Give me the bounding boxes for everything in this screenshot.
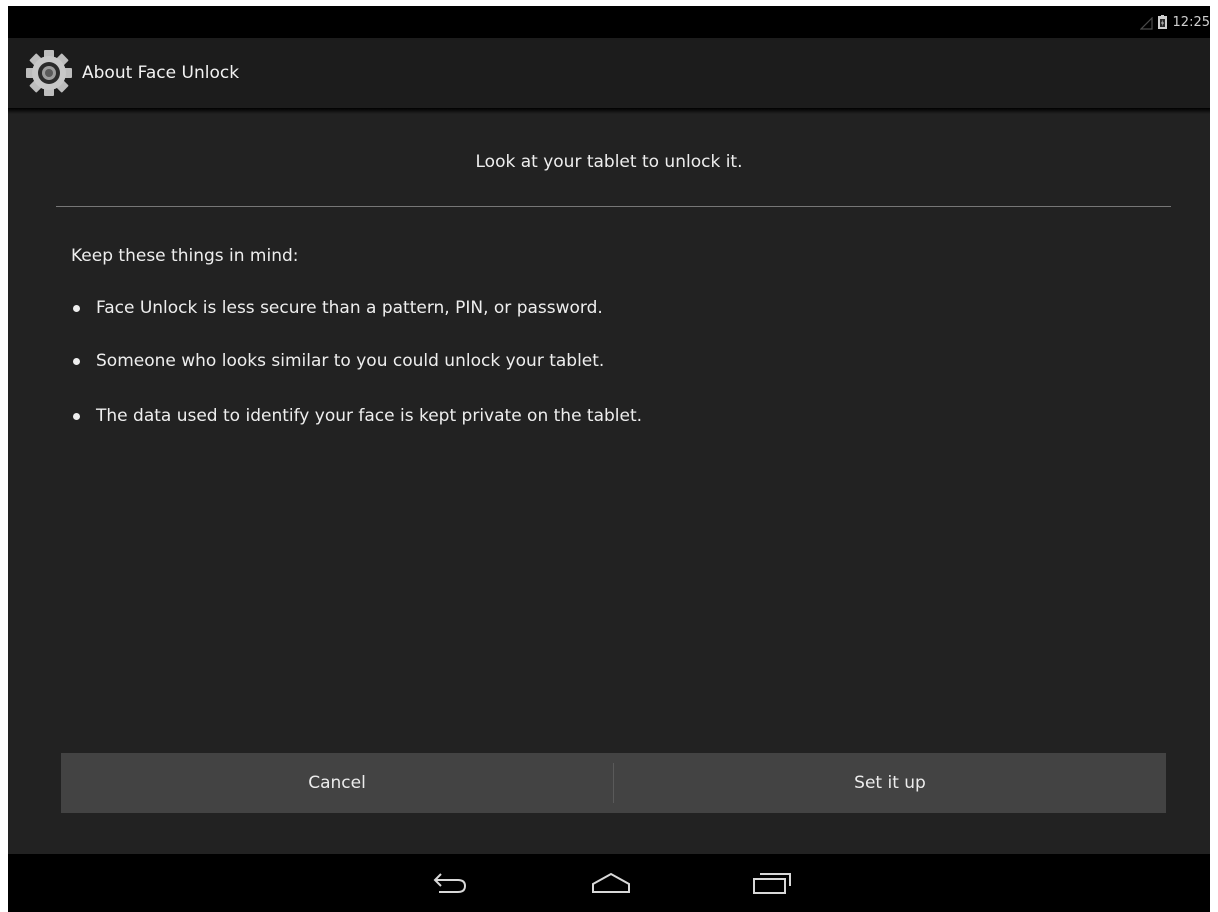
- bullet-text: Someone who looks similar to you could u…: [96, 351, 605, 371]
- back-icon[interactable]: [426, 866, 472, 900]
- bullet-icon: [73, 412, 80, 420]
- settings-gear-icon[interactable]: [24, 48, 74, 98]
- intro-text: Keep these things in mind:: [71, 246, 299, 266]
- bullet-icon: [73, 357, 80, 365]
- bullet-text: Face Unlock is less secure than a patter…: [96, 298, 603, 318]
- list-item: Someone who looks similar to you could u…: [71, 351, 604, 371]
- dialog-button-bar: Cancel Set it up: [61, 753, 1166, 813]
- bullet-text: The data used to identify your face is k…: [96, 406, 643, 426]
- set-it-up-button[interactable]: Set it up: [614, 753, 1166, 813]
- signal-icon: [1139, 16, 1153, 30]
- cancel-button[interactable]: Cancel: [61, 753, 613, 813]
- status-bar: 12:25: [8, 6, 1210, 38]
- bullet-icon: [73, 304, 80, 312]
- action-bar-title: About Face Unlock: [82, 63, 240, 83]
- device-screen: 12:25 About Face Unlock Look at your tab…: [8, 6, 1210, 912]
- status-clock: 12:25: [1172, 14, 1210, 30]
- page-heading: Look at your tablet to unlock it.: [475, 152, 743, 172]
- recent-apps-icon[interactable]: [750, 866, 796, 900]
- navigation-bar: [8, 854, 1210, 912]
- action-bar-shadow: [8, 108, 1210, 114]
- action-bar: About Face Unlock: [8, 38, 1210, 108]
- list-item: The data used to identify your face is k…: [71, 406, 642, 426]
- list-item: Face Unlock is less secure than a patter…: [71, 298, 603, 318]
- home-icon[interactable]: [588, 866, 634, 900]
- battery-icon: [1157, 15, 1167, 29]
- heading-divider: [56, 206, 1171, 207]
- status-icons: 12:25: [1139, 6, 1210, 38]
